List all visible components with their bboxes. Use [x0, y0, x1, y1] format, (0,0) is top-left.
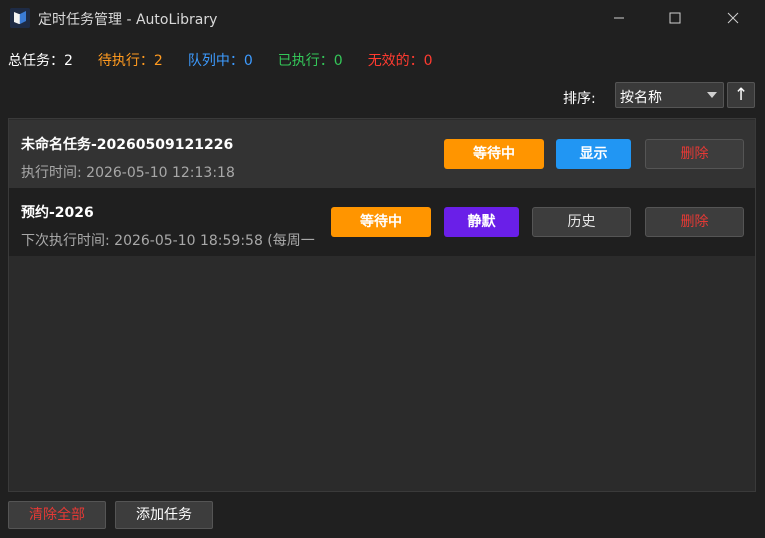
task-name: 预约-2026	[21, 205, 94, 221]
maximize-button[interactable]	[652, 0, 698, 36]
task-row[interactable]: 预约-2026 下次执行时间: 2026-05-10 18:59:58 (每周一…	[9, 188, 755, 256]
task-time: 下次执行时间: 2026-05-10 18:59:58 (每周一	[21, 233, 315, 249]
stat-pending: 待执行：2	[97, 53, 163, 69]
stat-total: 总任务：2	[8, 53, 73, 69]
task-row[interactable]: 未命名任务-20260509121226 执行时间: 2026-05-10 12…	[9, 120, 755, 188]
add-task-button[interactable]: 添加任务	[115, 501, 213, 529]
book-icon	[10, 8, 30, 28]
chevron-down-icon	[707, 92, 717, 98]
status-button[interactable]: 等待中	[331, 207, 431, 237]
sort-direction-button[interactable]: ↑	[727, 82, 755, 108]
minimize-button[interactable]	[596, 0, 642, 36]
stat-queue: 队列中：0	[187, 53, 253, 69]
stat-invalid: 无效的：0	[367, 53, 433, 69]
sort-select-value: 按名称	[620, 90, 662, 106]
delete-button[interactable]: 删除	[645, 207, 744, 237]
delete-button[interactable]: 删除	[645, 139, 744, 169]
stat-done: 已执行：0	[277, 53, 343, 69]
status-button[interactable]: 等待中	[444, 139, 544, 169]
maximize-icon	[669, 12, 681, 24]
minimize-icon	[614, 17, 624, 19]
close-icon	[727, 12, 739, 24]
task-time: 执行时间: 2026-05-10 12:13:18	[21, 165, 235, 181]
sort-label: 排序:	[563, 91, 596, 107]
task-stats: 总任务：2 待执行：2 队列中：0 已执行：0 无效的：0	[8, 50, 458, 70]
show-button[interactable]: 显示	[556, 139, 631, 169]
silent-button[interactable]: 静默	[444, 207, 519, 237]
clear-all-button[interactable]: 清除全部	[8, 501, 106, 529]
history-button[interactable]: 历史	[532, 207, 631, 237]
window-title: 定时任务管理 - AutoLibrary	[38, 12, 218, 28]
close-button[interactable]	[710, 0, 756, 36]
task-name: 未命名任务-20260509121226	[21, 137, 234, 153]
title-bar[interactable]: 定时任务管理 - AutoLibrary	[0, 0, 765, 36]
sort-select[interactable]: 按名称	[615, 82, 724, 108]
task-list[interactable]: 未命名任务-20260509121226 执行时间: 2026-05-10 12…	[8, 118, 756, 492]
